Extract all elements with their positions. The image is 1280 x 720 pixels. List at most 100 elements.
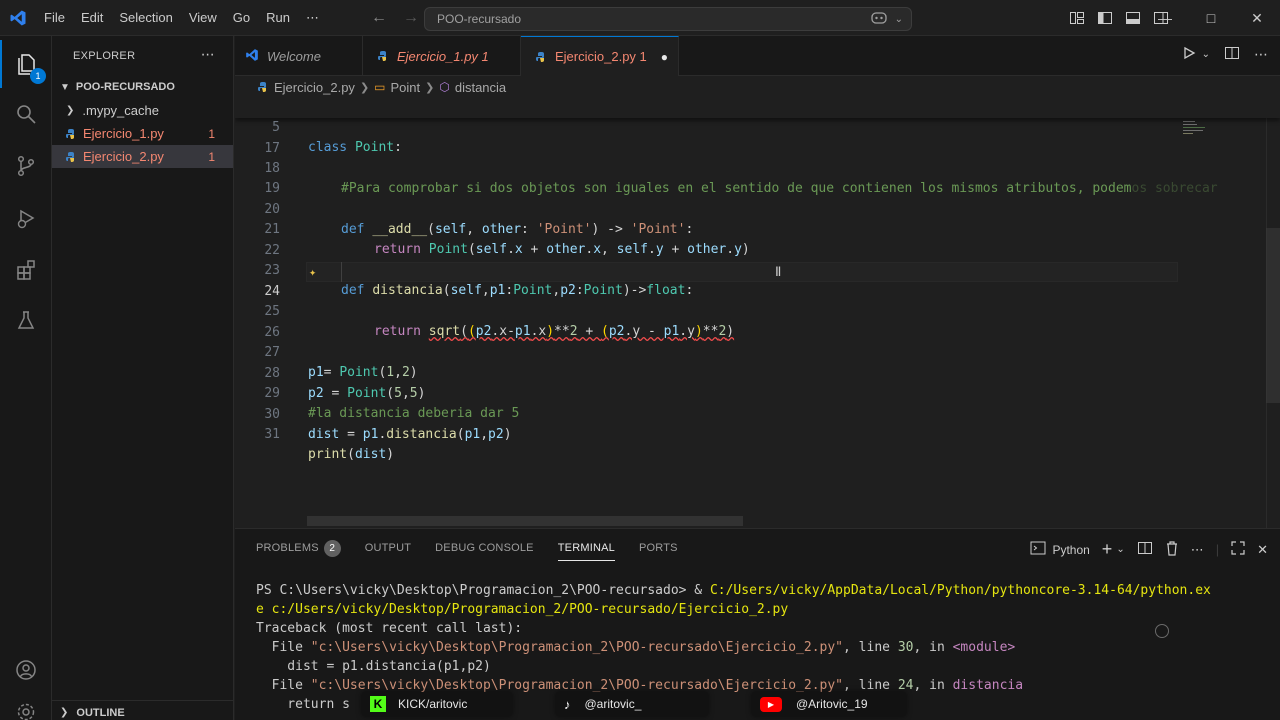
customize-layout-icon[interactable] [1066,7,1088,29]
terminal-traceback: Traceback (most recent call last): [256,621,523,636]
code-line-current[interactable]: 24 ✦ return sqrt((p2.x-p1.x)**2 + (p2.y … [235,262,1280,339]
code-line[interactable]: 25 [235,282,1280,319]
code-line[interactable]: 22 [235,221,1280,258]
run-debug-icon[interactable] [0,194,52,242]
lightbulb-icon[interactable]: ✦ [309,262,316,282]
tab-terminal[interactable]: TERMINAL [557,529,616,567]
problem-count: 1 [208,126,215,141]
code-line[interactable]: 20 def __add__(self, other: 'Point') -> … [235,180,1280,237]
terminal-text: , in [913,678,953,693]
tab-debug-console[interactable]: DEBUG CONSOLE [435,529,534,567]
menu-run[interactable]: Run [258,0,298,36]
vertical-scrollbar-thumb[interactable] [1266,228,1280,403]
breadcrumb: Ejercicio_2.py ❯ ▭ Point ❯ ⬡ distancia [235,76,1280,98]
menu-edit[interactable]: Edit [73,0,111,36]
chevron-down-icon[interactable]: ⌄ [1116,544,1124,555]
problem-count: 1 [208,149,215,164]
tab-label: Welcome [267,48,321,64]
terminal-shell-name[interactable]: Python [1052,543,1089,557]
terminal-line-number: 30 [897,640,914,655]
tree-item-ejercicio-1[interactable]: Ejercicio_1.py 1 [52,122,233,145]
outline-label: OUTLINE [76,706,125,719]
menu-more[interactable]: ⋯ [298,0,327,36]
sticky-scroll-line[interactable]: 5 class Point: [235,98,1280,155]
chevron-down-icon[interactable]: ⌄ [1202,49,1210,60]
more-actions-icon[interactable]: ⋯ [1191,542,1204,558]
code-editor[interactable]: 5 class Point: 17 18 #Para comprobar si … [235,98,1280,528]
split-terminal-icon[interactable] [1137,540,1153,559]
run-file-play-icon[interactable] [1182,46,1196,63]
workspace-folder[interactable]: ▼ POO-RECURSADO [52,76,233,98]
python-file-icon [536,51,544,62]
terminal-shell-icon [1030,541,1046,558]
maximize-panel-icon[interactable] [1231,541,1245,558]
tab-ejercicio-2[interactable]: Ejercicio_2.py 1 ● [521,36,679,76]
code-line[interactable]: 29 #la distancia deberia dar 5 [235,364,1280,421]
code-line[interactable]: 23 def distancia(self,p1:Point,p2:Point)… [235,241,1280,298]
code-line[interactable]: 31 print(dist) [235,405,1280,462]
code-text: class Point: [308,140,402,155]
terminal-file-link[interactable]: "c:\Users\vicky\Desktop\Programacion_2\P… [311,640,843,655]
menu-bar: File Edit Selection View Go Run ⋯ [36,0,327,36]
add-terminal-icon[interactable]: + [1102,539,1113,560]
tiktok-logo-icon: ♪ [564,696,571,712]
tree-item-mypy-cache[interactable]: ❯ .mypy_cache [52,99,233,122]
chevron-down-icon[interactable]: ⌄ [895,14,903,25]
tree-item-label: .mypy_cache [82,103,159,118]
tab-ports[interactable]: PORTS [639,529,678,567]
terminal-command-wrap: e c:/Users/vicky/Desktop/Programacion_2/… [256,602,789,617]
back-arrow-icon[interactable]: ← [368,7,390,29]
settings-gear-icon[interactable] [0,688,52,720]
account-icon[interactable] [0,646,52,694]
breadcrumb-method[interactable]: distancia [455,80,506,95]
code-line[interactable]: 26 [235,303,1280,340]
code-line[interactable]: 27 p1= Point(1,2) [235,323,1280,380]
tab-problems[interactable]: PROBLEMS 2 [256,529,341,567]
vertical-scrollbar[interactable] [1266,98,1280,528]
extensions-icon[interactable] [0,246,52,294]
more-actions-icon[interactable]: ⋯ [1254,46,1268,63]
vscode-logo-icon [245,48,259,65]
breadcrumb-file[interactable]: Ejercicio_2.py [274,80,355,95]
tab-ejercicio-1[interactable]: Ejercicio_1.py 1 [363,36,521,76]
command-center-search[interactable]: POO-recursado ⌄ [424,7,912,31]
divider: | [1215,542,1220,557]
unsaved-dot-icon[interactable]: ● [661,50,668,64]
copilot-icon[interactable] [870,11,887,28]
explorer-icon[interactable]: 1 [0,40,52,88]
forward-arrow-icon[interactable]: → [400,7,422,29]
tree-item-ejercicio-2[interactable]: Ejercicio_2.py 1 [52,145,233,168]
search-icon[interactable] [0,90,52,138]
menu-view[interactable]: View [181,0,225,36]
minimize-icon[interactable]: — [1142,0,1188,36]
code-line[interactable]: 28 p2 = Point(5,5) [235,344,1280,401]
source-control-icon[interactable] [0,142,52,190]
line-number: 5 [272,120,280,135]
breadcrumb-class[interactable]: Point [391,80,421,95]
code-line[interactable]: 19 [235,159,1280,196]
outline-section[interactable]: ❯ OUTLINE [52,700,234,720]
menu-go[interactable]: Go [225,0,258,36]
editor-actions: ⌄ ⋯ [1182,45,1268,64]
code-line[interactable]: 21 return Point(self.x + other.x, self.y… [235,200,1280,257]
code-text: dist = p1.distancia(p1,p2) [308,427,512,442]
code-line[interactable]: 17 [235,119,1280,156]
terminal-file-link[interactable]: "c:\Users\vicky\Desktop\Programacion_2\P… [311,678,843,693]
menu-file[interactable]: File [36,0,73,36]
close-panel-icon[interactable]: ✕ [1257,542,1268,558]
testing-flask-icon[interactable] [0,296,52,344]
trash-icon[interactable] [1165,540,1179,559]
code-line[interactable]: 30 dist = p1.distancia(p1,p2) [235,385,1280,442]
tab-welcome[interactable]: Welcome [235,36,363,76]
tab-output[interactable]: OUTPUT [365,529,411,567]
horizontal-scrollbar[interactable] [307,516,743,526]
toggle-panel-icon[interactable] [1122,7,1144,29]
chevron-right-icon: ❯ [359,81,370,94]
maximize-icon[interactable]: □ [1188,0,1234,36]
split-editor-icon[interactable] [1224,45,1240,64]
menu-selection[interactable]: Selection [111,0,180,36]
toggle-primary-sidebar-icon[interactable] [1094,7,1116,29]
terminal-text: , line [843,640,898,655]
close-icon[interactable]: ✕ [1234,0,1280,36]
more-actions-icon[interactable]: ⋯ [201,46,215,63]
